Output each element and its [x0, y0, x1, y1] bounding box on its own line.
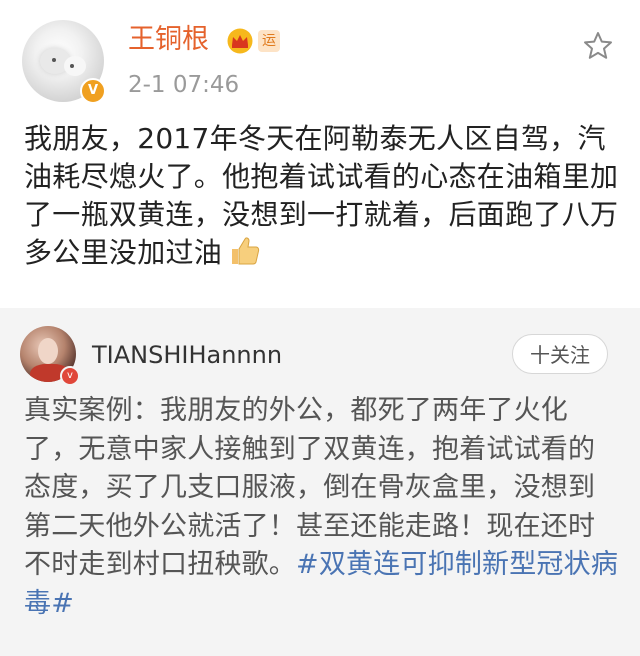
- thumbs-up-icon: [232, 237, 260, 265]
- star-icon[interactable]: [582, 30, 614, 62]
- comment-username[interactable]: TIANSHIHannnn: [92, 340, 282, 370]
- crown-icon: [227, 28, 253, 54]
- comment-card: v TIANSHIHannnn 十关注 真实案例：我朋友的外公，都死了两年了火化…: [0, 308, 640, 656]
- verified-badge-icon: V: [80, 78, 106, 104]
- weibo-screenshot: V 王铜根 运 2-1 07:46 我朋友，2017年冬天在阿勒泰无人区自驾，汽…: [0, 0, 640, 656]
- follow-button[interactable]: 十关注: [512, 334, 608, 374]
- weibo-post: V 王铜根 运 2-1 07:46 我朋友，2017年冬天在阿勒泰无人区自驾，汽…: [0, 0, 640, 308]
- post-text: 我朋友，2017年冬天在阿勒泰无人区自驾，汽油耗尽熄火了。他抱着试试看的心态在油…: [24, 122, 619, 269]
- yun-badge: 运: [258, 30, 280, 52]
- verified-badge-icon: v: [60, 366, 80, 386]
- post-body: 我朋友，2017年冬天在阿勒泰无人区自驾，汽油耗尽熄火了。他抱着试试看的心态在油…: [24, 120, 624, 272]
- post-username[interactable]: 王铜根: [128, 22, 209, 58]
- post-timestamp: 2-1 07:46: [128, 72, 240, 98]
- comment-body: 真实案例：我朋友的外公，都死了两年了火化了，无意中家人接触到了双黄连，抱着试试看…: [24, 392, 620, 623]
